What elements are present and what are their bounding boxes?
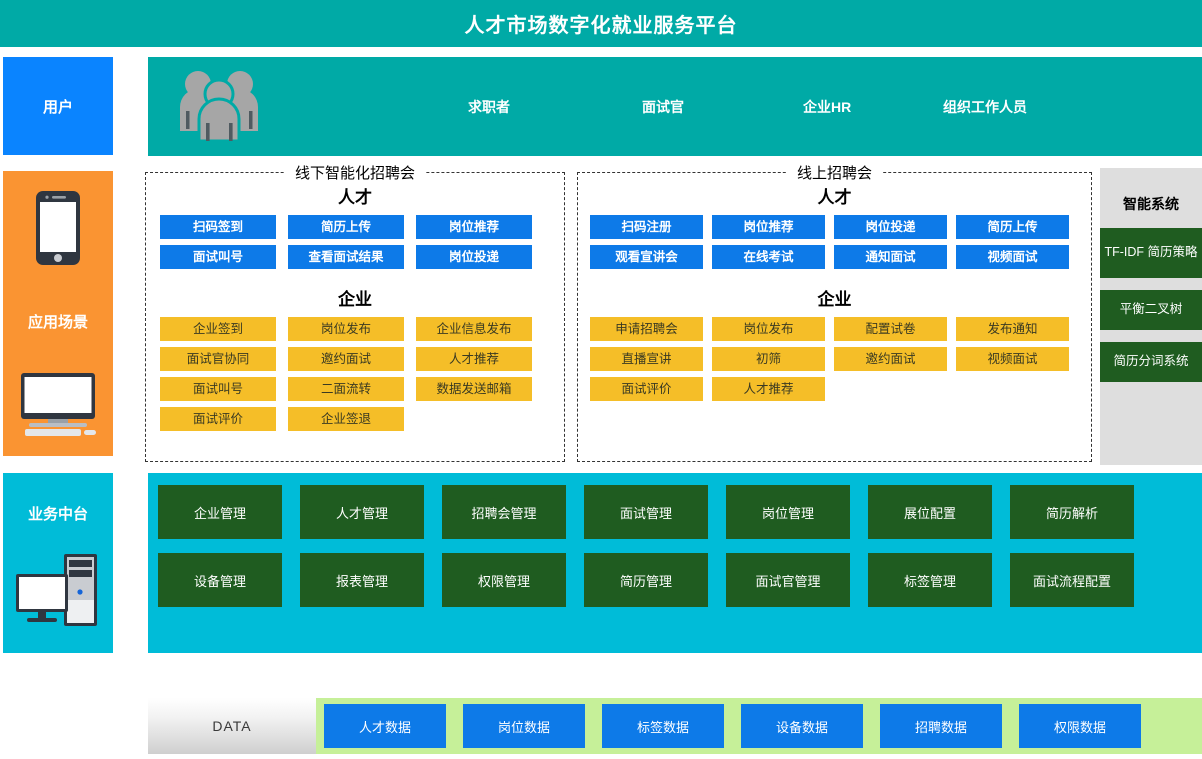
ai-module-label: 平衡二叉树	[1119, 302, 1183, 317]
panel-online-job-fair: 线上招聘会 人才 扫码注册 岗位推荐 岗位投递 简历上传 观看宣讲会 在线考试 …	[577, 162, 1092, 462]
chip-item[interactable]: 企业签到	[160, 317, 276, 341]
biz-module[interactable]: 简历解析	[1010, 485, 1134, 539]
chip-item[interactable]: 岗位投递	[834, 215, 947, 239]
chip-item[interactable]: 简历上传	[956, 215, 1069, 239]
chip-item[interactable]: 观看宣讲会	[590, 245, 703, 269]
biz-module[interactable]: 简历管理	[584, 553, 708, 607]
chip-item[interactable]: 企业签退	[288, 407, 404, 431]
user-role-interviewer: 面试官	[642, 98, 684, 115]
ai-module-tfidf[interactable]: TF-IDF 简历策略	[1100, 228, 1202, 278]
offline-talent-heading: 人才	[338, 188, 372, 207]
group-of-people-icon	[178, 67, 260, 146]
chip-item[interactable]: 岗位推荐	[712, 215, 825, 239]
data-module[interactable]: 岗位数据	[463, 704, 585, 748]
server-computer-icon	[12, 552, 104, 635]
users-band: 求职者 面试官 企业HR 组织工作人员	[148, 57, 1202, 156]
ai-module-label: 简历分词系统	[1113, 354, 1189, 369]
chip-item[interactable]: 邀约面试	[834, 347, 947, 371]
data-module[interactable]: 招聘数据	[880, 704, 1002, 748]
page-title: 人才市场数字化就业服务平台	[464, 15, 738, 37]
biz-module[interactable]: 企业管理	[158, 485, 282, 539]
chip-item[interactable]: 简历上传	[288, 215, 404, 239]
data-layer-band: DATA 人才数据 岗位数据 标签数据 设备数据 招聘数据 权限数据	[148, 698, 1202, 754]
chip-item[interactable]: 视频面试	[956, 245, 1069, 269]
chip-item[interactable]: 面试叫号	[160, 245, 276, 269]
online-company-heading: 企业	[817, 290, 852, 309]
panel-online-title: 线上招聘会	[786, 162, 883, 183]
chip-item[interactable]: 配置试卷	[834, 317, 947, 341]
intelligent-system-column: 智能系统 TF-IDF 简历策略 平衡二叉树 简历分词系统	[1100, 168, 1202, 465]
chip-item[interactable]: 邀约面试	[288, 347, 404, 371]
chip-item[interactable]: 面试官协同	[160, 347, 276, 371]
chip-item[interactable]: 人才推荐	[712, 377, 825, 401]
rail-section-user: 用户	[3, 57, 113, 155]
chip-item[interactable]: 面试叫号	[160, 377, 276, 401]
biz-module[interactable]: 招聘会管理	[442, 485, 566, 539]
rail-section-middle-platform: 业务中台	[3, 473, 113, 653]
data-module[interactable]: 设备数据	[741, 704, 863, 748]
chip-item[interactable]: 查看面试结果	[288, 245, 404, 269]
chip-item[interactable]: 数据发送邮箱	[416, 377, 532, 401]
chip-item[interactable]: 二面流转	[288, 377, 404, 401]
online-talent-chip-grid: 扫码注册 岗位推荐 岗位投递 简历上传 观看宣讲会 在线考试 通知面试 视频面试	[578, 215, 1091, 275]
chip-item[interactable]: 申请招聘会	[590, 317, 703, 341]
offline-company-chip-grid: 企业签到 岗位发布 企业信息发布 面试官协同 邀约面试 人才推荐 面试叫号 二面…	[146, 317, 564, 437]
chip-item[interactable]: 岗位投递	[416, 245, 532, 269]
chip-item[interactable]: 人才推荐	[416, 347, 532, 371]
biz-module[interactable]: 面试管理	[584, 485, 708, 539]
online-talent-heading: 人才	[817, 188, 852, 207]
offline-company-heading: 企业	[338, 290, 372, 309]
data-layer-label: DATA	[148, 698, 316, 754]
ai-module-label: TF-IDF 简历策略	[1104, 245, 1198, 260]
panel-offline-job-fair: 线下智能化招聘会 人才 扫码签到 简历上传 岗位推荐 面试叫号 查看面试结果 岗…	[145, 162, 565, 462]
desktop-monitor-icon	[15, 373, 101, 444]
rail-user-label: 用户	[42, 98, 73, 116]
mobile-phone-icon	[36, 191, 80, 270]
rail-middle-platform-label: 业务中台	[27, 506, 88, 523]
biz-module[interactable]: 权限管理	[442, 553, 566, 607]
chip-item[interactable]: 企业信息发布	[416, 317, 532, 341]
user-role-jobseeker: 求职者	[468, 98, 510, 115]
biz-module[interactable]: 报表管理	[300, 553, 424, 607]
offline-talent-chip-grid: 扫码签到 简历上传 岗位推荐 面试叫号 查看面试结果 岗位投递	[146, 215, 564, 275]
intelligent-system-title: 智能系统	[1123, 196, 1179, 212]
page-header: 人才市场数字化就业服务平台	[0, 0, 1202, 47]
ai-module-resume-segmentation[interactable]: 简历分词系统	[1100, 342, 1202, 382]
chip-item[interactable]: 发布通知	[956, 317, 1069, 341]
biz-module[interactable]: 标签管理	[868, 553, 992, 607]
biz-module[interactable]: 岗位管理	[726, 485, 850, 539]
chip-item[interactable]: 通知面试	[834, 245, 947, 269]
rail-scene-label: 应用场景	[27, 314, 88, 331]
biz-module[interactable]: 人才管理	[300, 485, 424, 539]
ai-module-balanced-binary-tree[interactable]: 平衡二叉树	[1100, 290, 1202, 330]
data-layer-strip: 人才数据 岗位数据 标签数据 设备数据 招聘数据 权限数据	[316, 698, 1202, 754]
chip-item[interactable]: 面试评价	[160, 407, 276, 431]
chip-item[interactable]: 面试评价	[590, 377, 703, 401]
chip-item[interactable]: 岗位推荐	[416, 215, 532, 239]
data-module[interactable]: 权限数据	[1019, 704, 1141, 748]
data-module[interactable]: 标签数据	[602, 704, 724, 748]
chip-item[interactable]: 视频面试	[956, 347, 1069, 371]
business-module-grid: 企业管理 人才管理 招聘会管理 面试管理 岗位管理 展位配置 简历解析 设备管理…	[158, 485, 1192, 621]
user-role-company-hr: 企业HR	[803, 98, 852, 115]
data-module[interactable]: 人才数据	[324, 704, 446, 748]
biz-module[interactable]: 面试流程配置	[1010, 553, 1134, 607]
rail-section-scene: 应用场景	[3, 171, 113, 456]
biz-module[interactable]: 展位配置	[868, 485, 992, 539]
online-company-chip-grid: 申请招聘会 岗位发布 配置试卷 发布通知 直播宣讲 初筛 邀约面试 视频面试 面…	[578, 317, 1091, 407]
chip-item[interactable]: 扫码注册	[590, 215, 703, 239]
chip-item[interactable]: 岗位发布	[712, 317, 825, 341]
biz-module[interactable]: 设备管理	[158, 553, 282, 607]
user-role-organizer-staff: 组织工作人员	[943, 98, 1027, 115]
chip-item[interactable]: 在线考试	[712, 245, 825, 269]
chip-item[interactable]: 初筛	[712, 347, 825, 371]
biz-module[interactable]: 面试官管理	[726, 553, 850, 607]
chip-item[interactable]: 扫码签到	[160, 215, 276, 239]
platform-architecture-diagram: 人才市场数字化就业服务平台 用户 应用场景 业务中台 求职者 面试官 企业HR …	[0, 0, 1202, 759]
business-middle-platform-band: 企业管理 人才管理 招聘会管理 面试管理 岗位管理 展位配置 简历解析 设备管理…	[148, 473, 1202, 653]
panel-offline-title: 线下智能化招聘会	[284, 162, 426, 183]
chip-item[interactable]: 直播宣讲	[590, 347, 703, 371]
chip-item[interactable]: 岗位发布	[288, 317, 404, 341]
